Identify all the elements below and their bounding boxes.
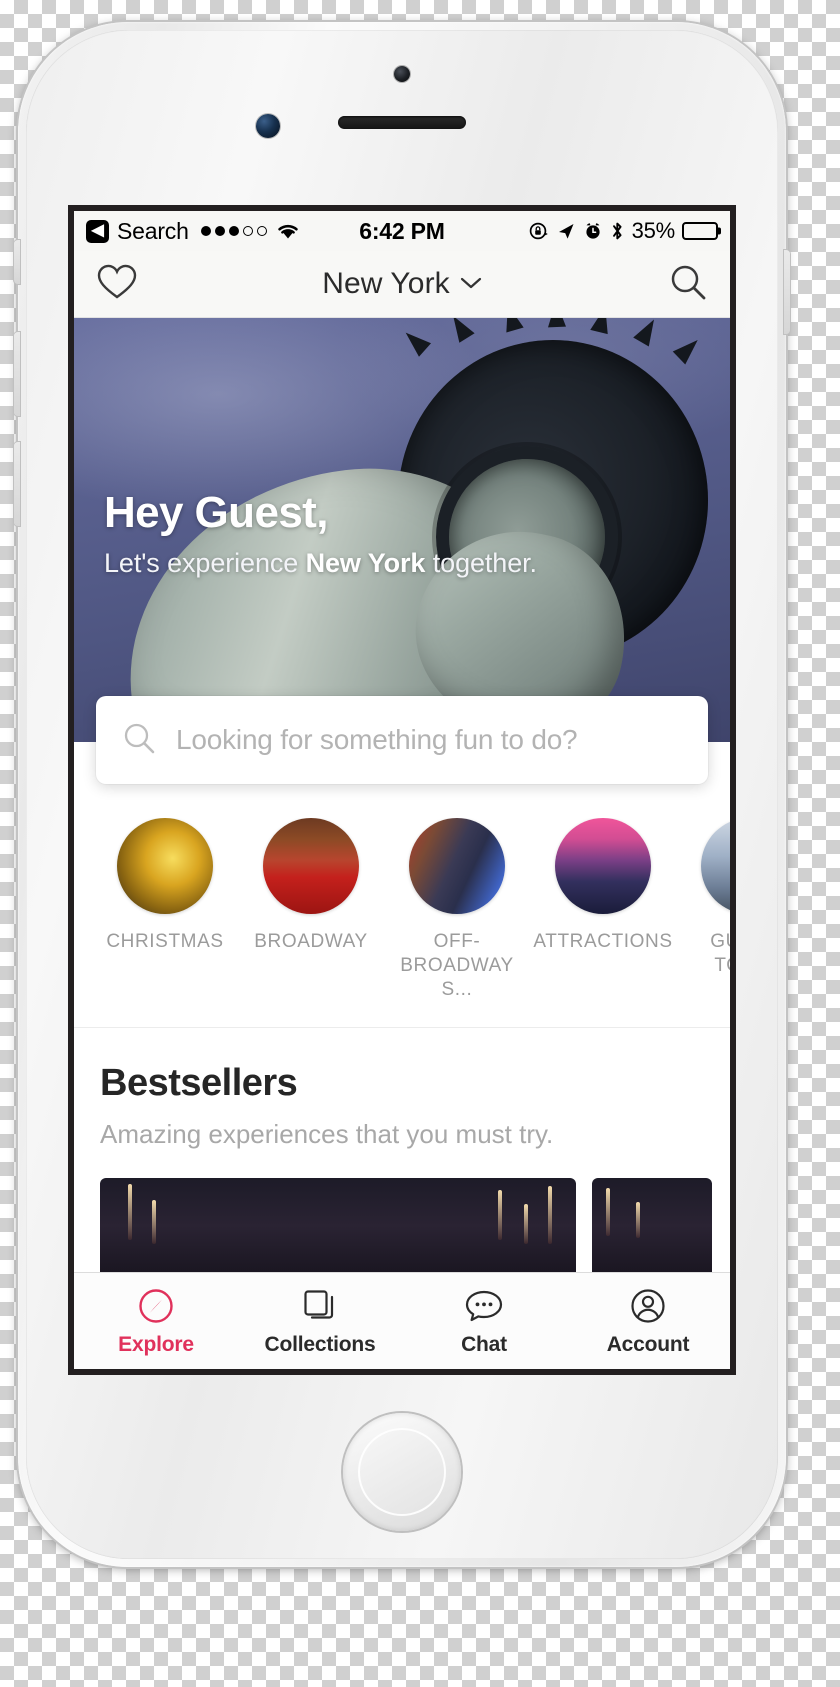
- chat-bubble-icon: [464, 1286, 504, 1326]
- home-button[interactable]: [343, 1413, 461, 1531]
- volume-up-button[interactable]: [14, 332, 20, 416]
- search-icon: [122, 721, 156, 760]
- christmas-ornaments-thumbnail: [117, 818, 213, 914]
- iphone-device-frame: ◀ Search 6:42 PM 35% New York Hey Guest,…: [14, 22, 790, 1567]
- hero-banner[interactable]: Hey Guest, Let's experience New York tog…: [74, 318, 730, 742]
- bestsellers-subtitle: Amazing experiences that you must try.: [100, 1119, 554, 1150]
- app-navigation-bar: New York: [74, 251, 730, 318]
- proximity-sensor: [256, 114, 280, 138]
- phone-screen: ◀ Search 6:42 PM 35% New York Hey Guest,…: [74, 211, 730, 1369]
- category-label: BROADWAY: [254, 931, 368, 952]
- tab-explore[interactable]: Explore: [74, 1273, 238, 1369]
- bestsellers-section: Bestsellers Amazing experiences that you…: [74, 1028, 730, 1299]
- tab-label: Explore: [118, 1332, 194, 1356]
- heart-icon[interactable]: [96, 263, 138, 306]
- status-bar: ◀ Search 6:42 PM 35%: [74, 211, 730, 251]
- layers-icon: [300, 1286, 340, 1326]
- bottom-tab-bar: Explore Collections Chat Account: [74, 1272, 730, 1369]
- hero-subtitle-prefix: Let's experience: [104, 548, 306, 579]
- category-item-christmas[interactable]: CHRISTMAS: [92, 818, 238, 1001]
- dancer-thumbnail: [409, 818, 505, 914]
- bluetooth-icon: [610, 221, 625, 241]
- rotation-lock-icon: [529, 221, 549, 241]
- category-label: OFF-BROADWAY S...: [400, 931, 514, 1000]
- silent-switch[interactable]: [14, 240, 20, 284]
- category-item-guided-tours[interactable]: GUIDED TOURS: [676, 818, 730, 1001]
- person-icon: [628, 1286, 668, 1326]
- search-icon[interactable]: [668, 262, 708, 307]
- page-title: New York: [322, 267, 450, 300]
- hero-subtitle-suffix: together.: [425, 548, 537, 579]
- category-item-attractions[interactable]: ATTRACTIONS: [530, 818, 676, 1001]
- category-label: CHRISTMAS: [106, 931, 224, 952]
- tab-label: Chat: [461, 1332, 507, 1356]
- hero-subtitle: Let's experience New York together.: [104, 548, 537, 579]
- status-bar-right: 35%: [529, 218, 718, 244]
- compass-icon: [136, 1286, 176, 1326]
- tab-label: Collections: [264, 1332, 376, 1356]
- categories-section: CHRISTMAS BROADWAY OFF-BROADWAY S... ATT…: [74, 784, 730, 1029]
- battery-icon: [682, 222, 718, 240]
- battery-percent-label: 35%: [631, 218, 676, 243]
- chevron-left-icon[interactable]: ◀: [86, 219, 109, 243]
- back-to-app-label[interactable]: Search: [117, 218, 189, 245]
- category-label: ATTRACTIONS: [533, 931, 673, 952]
- hero-text-block: Hey Guest, Let's experience New York tog…: [104, 488, 537, 579]
- chevron-down-icon: [460, 273, 482, 296]
- bestsellers-title: Bestsellers: [100, 1062, 298, 1105]
- category-label: GUIDED TOURS: [710, 931, 730, 976]
- wifi-icon: [275, 221, 301, 241]
- hero-greeting: Hey Guest,: [104, 488, 328, 537]
- search-bar[interactable]: Looking for something fun to do?: [96, 696, 708, 784]
- alarm-clock-icon: [583, 221, 603, 241]
- tab-account[interactable]: Account: [566, 1273, 730, 1369]
- theater-seats-thumbnail: [263, 818, 359, 914]
- city-selector[interactable]: New York: [74, 267, 730, 301]
- search-input[interactable]: Looking for something fun to do?: [176, 724, 578, 756]
- tab-collections[interactable]: Collections: [238, 1273, 402, 1369]
- status-bar-left: ◀ Search: [86, 218, 301, 245]
- categories-scroller[interactable]: CHRISTMAS BROADWAY OFF-BROADWAY S... ATT…: [74, 818, 730, 1001]
- search-card-wrapper: Looking for something fun to do?: [74, 696, 730, 784]
- hero-subtitle-city: New York: [305, 548, 426, 579]
- location-arrow-icon: [556, 221, 576, 241]
- front-camera: [394, 66, 410, 82]
- category-item-broadway[interactable]: BROADWAY: [238, 818, 384, 1001]
- signal-strength-dots: [200, 226, 267, 236]
- tab-label: Account: [606, 1332, 690, 1356]
- power-button[interactable]: [784, 250, 790, 334]
- category-item-off-broadway[interactable]: OFF-BROADWAY S...: [384, 818, 530, 1001]
- volume-down-button[interactable]: [14, 442, 20, 526]
- tab-chat[interactable]: Chat: [402, 1273, 566, 1369]
- guided-tours-thumbnail: [701, 818, 730, 914]
- skyline-sunset-thumbnail: [555, 818, 651, 914]
- earpiece-speaker: [338, 116, 466, 129]
